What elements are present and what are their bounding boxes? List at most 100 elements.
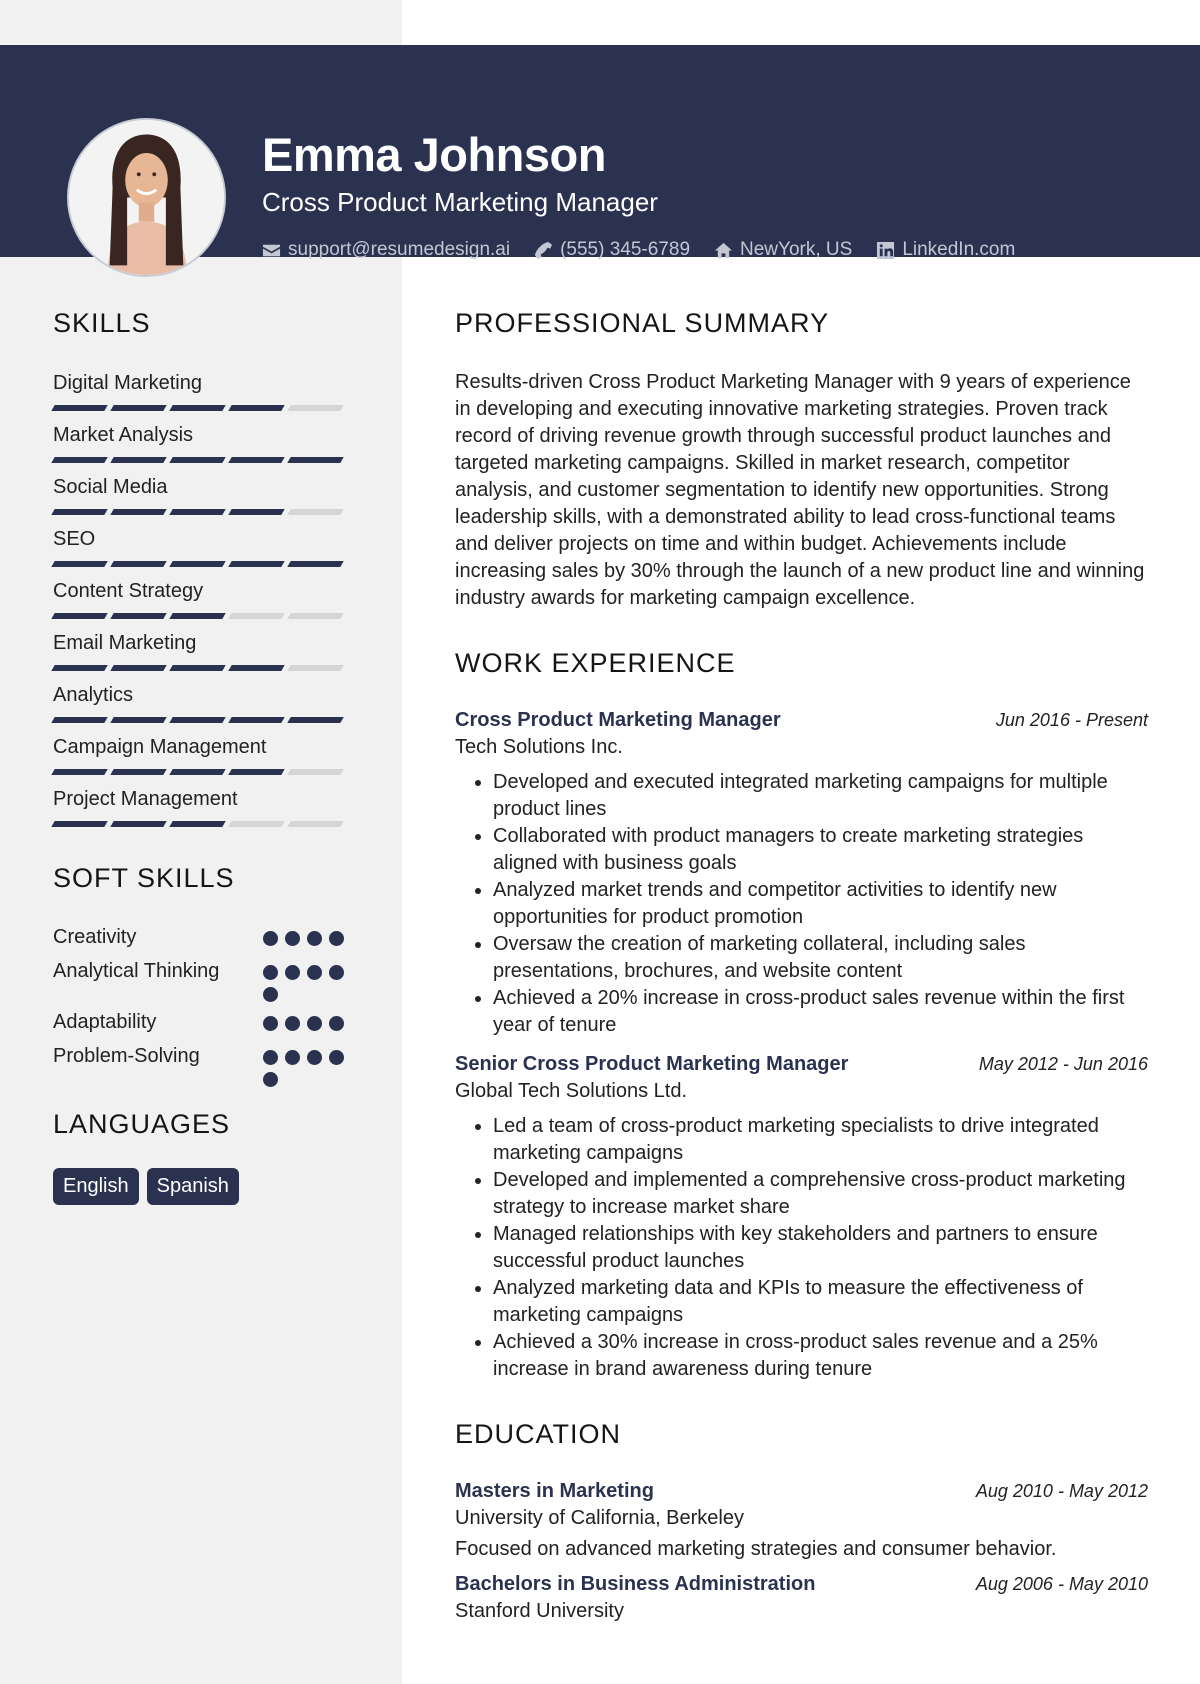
skill-segment-filled (51, 561, 108, 567)
job-bullet: Analyzed marketing data and KPIs to meas… (493, 1275, 1148, 1329)
soft-skills-heading: SOFT SKILLS (53, 863, 235, 893)
skill-level-bar (51, 769, 353, 775)
experience-heading: WORK EXPERIENCE (455, 648, 736, 678)
contact-phone-text: (555) 345-6789 (560, 239, 691, 260)
contact-linkedin-text: LinkedIn.com (902, 239, 1016, 260)
soft-skill-name: Analytical Thinking (53, 960, 220, 982)
job-role: Cross Product Marketing Manager (455, 709, 781, 731)
job-bullet: Achieved a 30% increase in cross-product… (493, 1329, 1148, 1383)
linkedin-icon (877, 241, 895, 259)
skill-segment-filled (51, 405, 108, 411)
skill-item: Digital Marketing (51, 371, 353, 411)
skill-segment-empty (228, 613, 285, 619)
candidate-name: Emma Johnson (262, 128, 606, 181)
rating-dot (285, 1050, 300, 1065)
skill-segment-empty (287, 405, 344, 411)
skill-segment-filled (51, 509, 108, 515)
education-dates: Aug 2010 - May 2012 (975, 1481, 1148, 1501)
skill-segment-filled (169, 561, 226, 567)
skill-segment-filled (110, 561, 167, 567)
soft-skill-rating (263, 1043, 353, 1087)
skill-segment-empty (228, 821, 285, 827)
rating-dot (263, 1016, 278, 1031)
skill-name: Email Marketing (53, 632, 197, 654)
skill-segment-filled (169, 769, 226, 775)
skill-segment-filled (169, 457, 226, 463)
skill-segment-empty (287, 769, 344, 775)
skill-level-bar (51, 561, 353, 567)
skill-item: Content Strategy (51, 579, 353, 619)
rating-dot (307, 931, 322, 946)
rating-dot (307, 1016, 322, 1031)
skill-name: Analytics (53, 684, 134, 706)
skill-segment-filled (228, 457, 285, 463)
skill-segment-filled (110, 821, 167, 827)
job-bullet: Developed and implemented a comprehensiv… (493, 1167, 1148, 1221)
job-header: Senior Cross Product Marketing Manager Ma… (455, 1053, 1148, 1076)
skill-segment-filled (228, 509, 285, 515)
languages-heading: LANGUAGES (53, 1109, 231, 1139)
home-icon (714, 242, 733, 258)
contact-location: NewYork, US (714, 239, 852, 261)
skill-segment-filled (228, 717, 285, 723)
job-role: Senior Cross Product Marketing Manager (455, 1053, 849, 1075)
language-badge: Spanish (146, 1168, 239, 1205)
job-bullet: Developed and executed integrated market… (493, 769, 1148, 823)
job-bullets: Developed and executed integrated market… (455, 769, 1148, 1039)
skill-segment-filled (110, 457, 167, 463)
contact-email[interactable]: support@resumedesign.ai (262, 239, 510, 261)
skill-item: Project Management (51, 787, 353, 827)
rating-dot (307, 1050, 322, 1065)
skill-segment-filled (51, 613, 108, 619)
phone-icon (535, 241, 553, 259)
education-school: University of California, Berkeley (455, 1507, 744, 1529)
contact-list: support@resumedesign.ai (555) 345-6789 N… (262, 239, 1015, 261)
rating-dot (285, 965, 300, 980)
soft-skill-item: Creativity (53, 924, 353, 951)
summary-text: Results-driven Cross Product Marketing M… (455, 371, 1145, 609)
job-bullet: Achieved a 20% increase in cross-product… (493, 985, 1148, 1039)
contact-email-text: support@resumedesign.ai (288, 239, 511, 260)
skill-level-bar (51, 821, 353, 827)
job-bullet: Analyzed market trends and competitor ac… (493, 877, 1148, 931)
skill-segment-filled (287, 457, 344, 463)
skill-segment-empty (287, 665, 344, 671)
job-bullet: Managed relationships with key stakehold… (493, 1221, 1148, 1275)
languages-list: English Spanish (53, 1168, 353, 1205)
rating-dot (285, 1016, 300, 1031)
rating-dot (329, 965, 344, 980)
contact-linkedin[interactable]: LinkedIn.com (876, 239, 1015, 261)
soft-skill-rating (263, 924, 353, 951)
education-header: Bachelors in Business Administration Aug … (455, 1573, 1148, 1596)
rating-dot (263, 1072, 278, 1087)
skill-segment-filled (110, 405, 167, 411)
skill-level-bar (51, 457, 353, 463)
contact-phone[interactable]: (555) 345-6789 (534, 239, 690, 261)
education-heading: EDUCATION (455, 1419, 622, 1449)
job-bullets: Led a team of cross-product marketing sp… (455, 1113, 1148, 1383)
summary-heading: PROFESSIONAL SUMMARY (455, 308, 830, 338)
skill-segment-filled (287, 717, 344, 723)
skill-segment-filled (228, 405, 285, 411)
job-dates: May 2012 - Jun 2016 (978, 1054, 1148, 1074)
skill-item: Campaign Management (51, 735, 353, 775)
skill-item: Social Media (51, 475, 353, 515)
rating-dot (263, 987, 278, 1002)
job-bullet: Oversaw the creation of marketing collat… (493, 931, 1148, 985)
education-degree: Bachelors in Business Administration (455, 1573, 816, 1595)
skill-item: Email Marketing (51, 631, 353, 671)
rating-dot (329, 1050, 344, 1065)
skill-segment-filled (51, 769, 108, 775)
candidate-title: Cross Product Marketing Manager (262, 187, 658, 217)
rating-dot (329, 931, 344, 946)
job-header: Cross Product Marketing Manager Jun 2016 … (455, 709, 1148, 732)
skill-name: Campaign Management (53, 736, 267, 758)
skill-name: Project Management (53, 788, 238, 810)
skill-level-bar (51, 717, 353, 723)
skill-segment-filled (228, 769, 285, 775)
job-bullet: Led a team of cross-product marketing sp… (493, 1113, 1148, 1167)
skill-segment-filled (169, 821, 226, 827)
education-school: Stanford University (455, 1600, 624, 1622)
skills-heading: SKILLS (53, 308, 151, 338)
rating-dot (263, 1050, 278, 1065)
